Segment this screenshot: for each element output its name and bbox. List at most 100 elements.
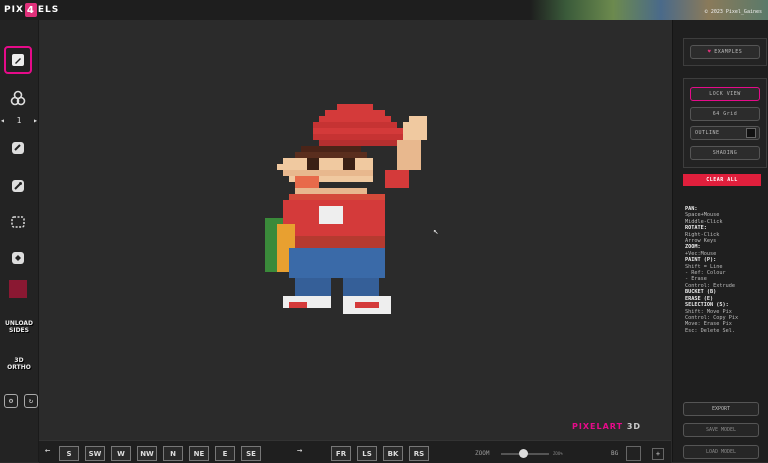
fill-bucket-tool-button[interactable] [6, 246, 30, 270]
view-button-se[interactable]: SE [241, 446, 261, 461]
pixel-block [337, 104, 373, 110]
pixel-block [295, 176, 319, 188]
eraser-icon [12, 142, 24, 154]
logo-text-right: ELS [37, 5, 60, 15]
help-text: Space+Mouse Middle-Click [685, 212, 723, 225]
pixel-block [283, 158, 373, 164]
pixel-block [295, 152, 367, 158]
pixel-art-character [265, 104, 427, 314]
view-button-e[interactable]: E [215, 446, 235, 461]
bg-label: BG [611, 450, 619, 457]
pixel-block [343, 158, 355, 170]
pixel-block [283, 170, 373, 176]
outline-label: OUTLINE [695, 130, 720, 136]
header-banner-image: © 2023 Pixel_Gaines [530, 0, 768, 20]
side-button-bk[interactable]: BK [383, 446, 403, 461]
zoom-label: ZOOM [475, 450, 490, 457]
shapes-icon [10, 90, 26, 106]
mouse-cursor-icon: ↖ [433, 227, 439, 237]
load-model-button[interactable]: LOAD MODEL [683, 445, 759, 459]
help-text: Shift: Move Pix Control: Copy Pix Move: … [685, 308, 739, 334]
view-button-n[interactable]: N [163, 446, 183, 461]
examples-panel: ♥ EXAMPLES [683, 38, 767, 66]
side-button-ls[interactable]: LS [357, 446, 377, 461]
unload-sides-button[interactable]: UNLOAD SIDES [2, 320, 36, 334]
banner-credit: © 2023 Pixel_Gaines [704, 9, 762, 15]
fill-bucket-icon [12, 252, 24, 264]
view-button-sw[interactable]: SW [85, 446, 105, 461]
view-button-w[interactable]: W [111, 446, 131, 461]
watermark-text: PIXELART [572, 422, 624, 431]
watermark-3d: 3D [626, 422, 642, 431]
outline-color-box[interactable] [746, 128, 756, 138]
controls-help: PAN: Space+Mouse Middle-Click ROTATE: Right… [685, 206, 767, 334]
pixel-block [403, 122, 427, 140]
app-logo[interactable]: PIX 4 ELS [4, 3, 59, 17]
pixel-block [397, 140, 421, 170]
eyedropper-icon [12, 180, 24, 192]
view-options-panel: LOCK VIEW 64 Grid OUTLINE SHADING [683, 78, 767, 168]
rotate-left-icon[interactable]: ← [45, 446, 50, 456]
bg-color-box[interactable] [626, 446, 641, 461]
pixelart3d-watermark: PIXELART 3D [572, 422, 641, 431]
pixel-block [289, 236, 385, 248]
bottom-view-bar: ← S SW W NW N NE E SE FR LS BK RS → ZOOM ZOO% BG + [39, 440, 671, 463]
pencil-icon [12, 54, 24, 66]
refresh-icon[interactable]: ↻ [24, 394, 38, 408]
examples-button[interactable]: ♥ EXAMPLES [690, 45, 760, 59]
left-bottom-icons: ⚙ ↻ [4, 394, 38, 408]
brush-size-increase[interactable]: ▸ [33, 116, 38, 125]
top-bar: PIX 4 ELS © 2023 Pixel_Gaines [0, 0, 768, 20]
grid-button[interactable]: 64 Grid [690, 107, 760, 121]
eyedropper-tool-button[interactable] [6, 174, 30, 198]
side-button-rs[interactable]: RS [409, 446, 429, 461]
selection-tool-button[interactable] [6, 210, 30, 234]
zoom-slider-knob[interactable] [518, 449, 528, 458]
pixel-block [313, 122, 397, 128]
shapes-tool-button[interactable] [6, 86, 30, 110]
help-text: Shift = Line - Ref: Colour - Erase Contr… [685, 263, 735, 289]
ortho-3d-button[interactable]: 3D ORTHO [2, 357, 36, 371]
pixel-block [325, 110, 385, 116]
lock-view-button[interactable]: LOCK VIEW [690, 87, 760, 101]
pixel-block [313, 134, 415, 140]
view-button-ne[interactable]: NE [189, 446, 209, 461]
pencil-tool-button[interactable] [4, 46, 32, 74]
pixel-block [319, 206, 343, 224]
view-button-nw[interactable]: NW [137, 446, 157, 461]
pixel-block [385, 170, 409, 188]
examples-label: EXAMPLES [714, 49, 743, 55]
export-button[interactable]: EXPORT [683, 402, 759, 416]
pixel-block [409, 116, 427, 122]
pixel-block [319, 116, 391, 122]
rotate-right-icon[interactable]: → [297, 446, 302, 456]
pixel-block [343, 278, 379, 296]
pixel-block [295, 278, 331, 296]
drawing-canvas[interactable] [39, 20, 671, 440]
logo-badge: 4 [24, 3, 37, 17]
pixel-block [307, 158, 319, 170]
pixel-block [313, 128, 409, 134]
pixel-block [289, 302, 307, 308]
outline-toggle[interactable]: OUTLINE [690, 126, 760, 140]
left-toolbar: ◂ 1 ▸ UNLOAD SIDES 3D ORTHO ⚙ ↻ [0, 20, 39, 462]
shading-button[interactable]: SHADING [690, 146, 760, 160]
selection-icon [11, 216, 25, 228]
pixel-block [277, 164, 373, 170]
heart-icon: ♥ [707, 49, 712, 55]
pixel-block [289, 248, 385, 278]
add-button[interactable]: + [652, 448, 664, 460]
brush-size-decrease[interactable]: ◂ [0, 116, 5, 125]
clear-all-button[interactable]: CLEAR ALL [683, 174, 761, 186]
side-button-fr[interactable]: FR [331, 446, 351, 461]
pixel-block [301, 146, 361, 152]
view-button-s[interactable]: S [59, 446, 79, 461]
help-text: Right-Click Arrow Keys [685, 231, 720, 245]
pixel-block [295, 188, 367, 194]
settings-icon[interactable]: ⚙ [4, 394, 18, 408]
current-color-swatch[interactable] [9, 280, 27, 298]
save-model-button[interactable]: SAVE MODEL [683, 423, 759, 437]
logo-text-left: PIX [4, 5, 24, 15]
pixel-block [289, 194, 385, 200]
eraser-tool-button[interactable] [6, 136, 30, 160]
